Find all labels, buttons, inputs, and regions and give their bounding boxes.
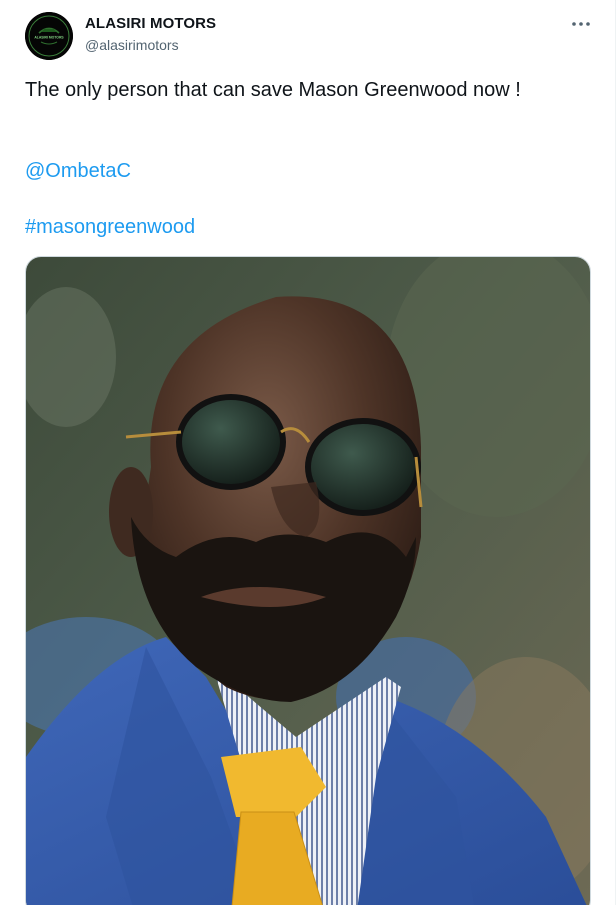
more-options-icon [572,22,590,26]
tweet-card: ALASIRI MOTORS ALASIRI MOTORS @alasirimo… [0,0,616,905]
mention-link[interactable]: @OmbetaC [25,160,131,183]
avatar-logo-text: ALASIRI MOTORS [34,35,64,39]
tweet-text-line: The only person that can save Mason Gree… [25,79,521,101]
alasiri-motors-logo-icon: ALASIRI MOTORS [25,12,73,60]
tweet-photo[interactable] [25,256,591,905]
photo-illustration [26,257,590,905]
author-display-name[interactable]: ALASIRI MOTORS [85,15,216,32]
hashtag-link[interactable]: #masongreenwood [25,216,195,239]
more-options-button[interactable] [568,14,594,34]
author-handle[interactable]: @alasirimotors [85,37,179,53]
tweet-text: The only person that can save Mason Gree… [25,76,590,105]
avatar[interactable]: ALASIRI MOTORS [25,12,73,60]
